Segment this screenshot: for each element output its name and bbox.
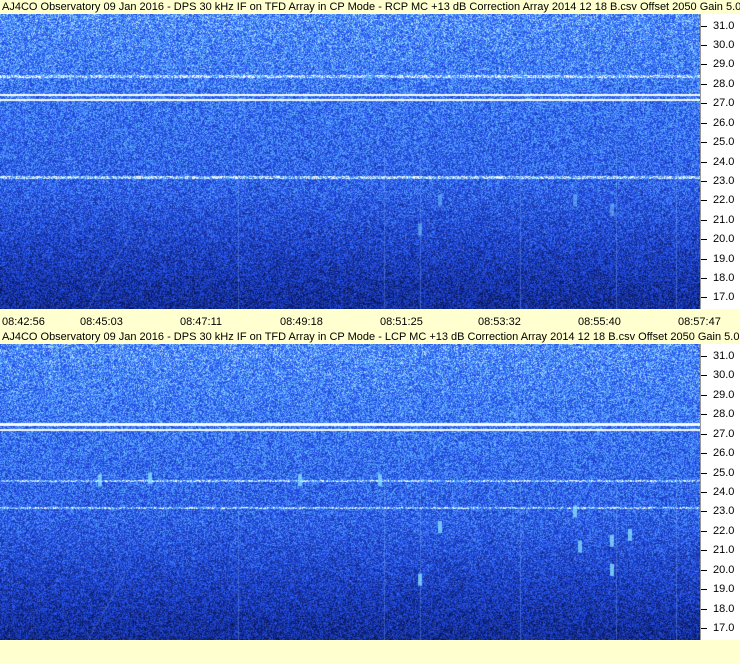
- x-tick-label: 08:49:18: [280, 316, 323, 328]
- x-tick-label: 08:53:32: [478, 316, 521, 328]
- lcp-frequency-axis: 31.0 30.0 29.0 28.0 27.0 26.0 25.0 24.0 23.0 22.0…: [700, 344, 740, 640]
- y-tick-mark: [701, 492, 707, 493]
- lcp-spectrogram: [0, 344, 700, 640]
- y-tick-label: 23.0: [713, 505, 735, 518]
- lcp-panel-title: AJ4CO Observatory 09 Jan 2016 - DPS 30 k…: [2, 331, 740, 343]
- y-tick-mark: [701, 511, 707, 513]
- y-tick-label: 20.0: [713, 563, 735, 576]
- y-tick-label: 18.0: [713, 602, 735, 615]
- y-tick-label: 28.0: [713, 408, 735, 421]
- y-tick-mark: [701, 64, 707, 66]
- y-tick-label: 25.0: [713, 466, 735, 479]
- y-tick-mark: [701, 25, 707, 27]
- y-tick-mark: [701, 219, 707, 221]
- y-tick-mark: [701, 200, 707, 202]
- y-tick-mark: [701, 297, 707, 299]
- y-tick-mark: [701, 83, 707, 85]
- y-tick-mark: [701, 394, 707, 396]
- x-tick-label: 08:45:03: [80, 316, 123, 328]
- y-tick-label: 22.0: [713, 194, 735, 207]
- y-tick-label: 27.0: [713, 427, 735, 440]
- page: { "chart_data": [ { "type": "heatmap", "…: [0, 0, 740, 664]
- y-tick-mark: [701, 239, 707, 241]
- y-tick-mark: [701, 258, 707, 260]
- rcp-spectrogram: [0, 14, 700, 309]
- y-tick-mark: [701, 180, 707, 182]
- lcp-panel: AJ4CO Observatory 09 Jan 2016 - DPS 30 k…: [0, 330, 740, 642]
- y-tick-mark: [701, 433, 707, 435]
- y-tick-label: 26.0: [713, 447, 735, 460]
- y-tick-label: 30.0: [713, 369, 735, 382]
- y-tick-mark: [701, 608, 707, 610]
- y-tick-label: 19.0: [713, 252, 735, 265]
- y-tick-mark: [701, 414, 707, 416]
- y-tick-label: 18.0: [713, 271, 735, 284]
- y-tick-label: 27.0: [713, 97, 735, 110]
- y-tick-mark: [701, 453, 707, 455]
- rcp-frequency-axis: 31.0 30.0 29.0 28.0 27.0 26.0 25.0 24.0 23.0 22.0…: [700, 14, 740, 309]
- y-tick-mark: [701, 142, 707, 144]
- rcp-panel-title: AJ4CO Observatory 09 Jan 2016 - DPS 30 k…: [2, 1, 740, 13]
- y-tick-label: 24.0: [713, 155, 735, 168]
- y-tick-mark: [701, 628, 707, 630]
- x-tick-label: 08:47:11: [180, 316, 223, 328]
- y-tick-mark: [701, 375, 707, 377]
- y-tick-label: 29.0: [713, 58, 735, 71]
- y-tick-label: 22.0: [713, 524, 735, 537]
- y-tick-label: 20.0: [713, 233, 735, 246]
- y-tick-mark: [701, 569, 707, 571]
- bottom-strip: [0, 642, 740, 664]
- y-tick-label: 24.0: [713, 486, 735, 498]
- y-tick-label: 31.0: [713, 19, 735, 32]
- y-tick-label: 26.0: [713, 116, 735, 129]
- x-tick-label: 08:42:56: [2, 316, 45, 328]
- y-tick-mark: [701, 122, 707, 124]
- y-tick-label: 31.0: [713, 349, 735, 362]
- x-tick-label: 08:51:25: [380, 316, 423, 328]
- y-tick-label: 21.0: [713, 544, 735, 557]
- y-tick-mark: [701, 277, 707, 279]
- y-tick-label: 21.0: [713, 213, 735, 226]
- y-tick-label: 30.0: [713, 39, 735, 52]
- y-tick-mark: [701, 355, 707, 357]
- y-tick-mark: [701, 530, 707, 532]
- y-tick-label: 28.0: [713, 77, 735, 90]
- y-tick-mark: [701, 472, 707, 474]
- y-tick-label: 17.0: [713, 291, 735, 304]
- rcp-panel: AJ4CO Observatory 09 Jan 2016 - DPS 30 k…: [0, 0, 740, 330]
- x-tick-label: 08:55:40: [578, 316, 621, 328]
- y-tick-mark: [701, 103, 707, 105]
- rcp-time-axis: 08:42:56 08:45:03 08:47:11 08:49:18 08:51:25…: [0, 315, 740, 329]
- y-tick-label: 25.0: [713, 136, 735, 149]
- y-tick-mark: [701, 550, 707, 552]
- y-tick-label: 23.0: [713, 174, 735, 187]
- y-tick-label: 17.0: [713, 622, 735, 635]
- y-tick-label: 29.0: [713, 388, 735, 401]
- y-tick-mark: [701, 45, 707, 47]
- x-tick-label: 08:57:47: [678, 316, 721, 328]
- y-tick-label: 19.0: [713, 583, 735, 596]
- y-tick-mark: [701, 161, 707, 163]
- y-tick-mark: [701, 589, 707, 591]
